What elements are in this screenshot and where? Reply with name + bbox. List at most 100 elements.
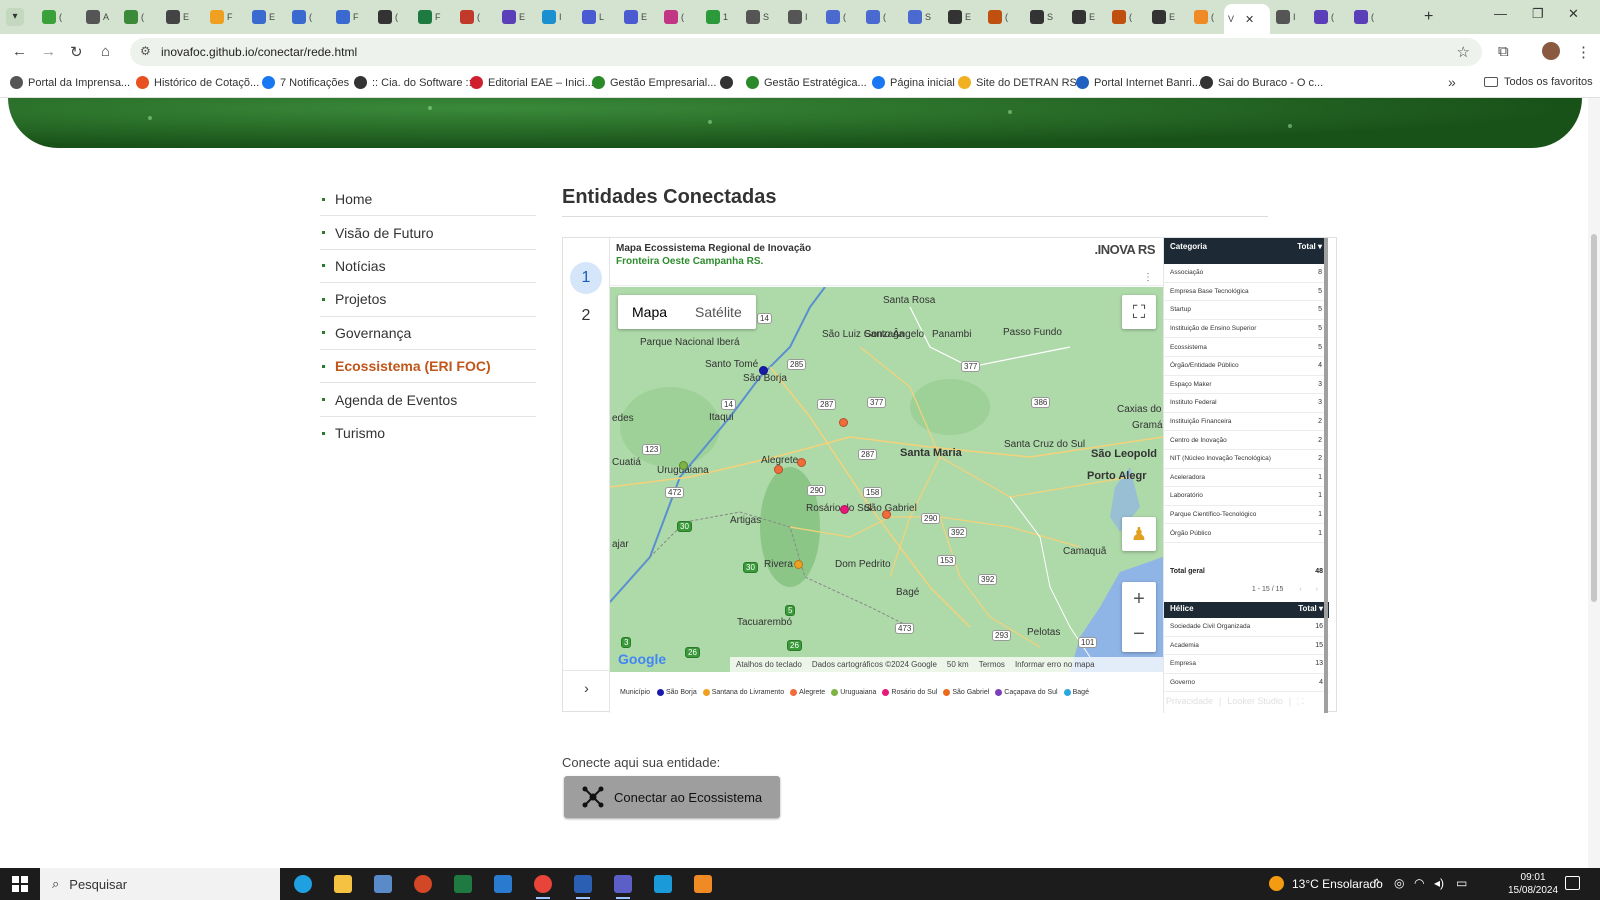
all-bookmarks-folder[interactable]: Todos os favoritos [1484,76,1593,88]
browser-tab[interactable]: S [1026,6,1062,28]
report-fullscreen-icon[interactable]: ⛶ [1297,696,1303,707]
connect-ecosystem-button[interactable]: Conectar ao Ecossistema [564,776,780,818]
browser-tab[interactable]: S [742,6,778,28]
browser-tab[interactable]: ( [38,6,74,28]
browser-tab[interactable]: F [414,6,450,28]
back-icon[interactable]: ← [12,43,27,60]
browser-tab[interactable]: F [206,6,242,28]
legend-item[interactable]: São Borja [656,688,697,696]
nav-item-news[interactable]: Notícias [320,250,536,284]
volume-icon[interactable]: ◂) [1434,876,1444,890]
active-tab[interactable]: V ✕ [1224,4,1270,34]
browser-tab[interactable]: E [944,6,980,28]
expand-pages-chevron-icon[interactable]: › [563,680,610,696]
bookmark-item[interactable]: Gestão Estratégica... [746,76,867,89]
profile-avatar[interactable] [1542,42,1560,60]
map-marker[interactable] [774,465,783,474]
browser-tab[interactable]: I [538,6,574,28]
map-attribution-link[interactable]: Dados cartográficos ©2024 Google [812,660,937,669]
people-icon[interactable] [654,875,672,893]
browser-tab[interactable]: E [1068,6,1104,28]
taskbar-clock[interactable]: 09:01 15/08/2024 [1508,871,1558,897]
browser-tab[interactable]: ( [288,6,324,28]
nav-item-governance[interactable]: Governança [320,317,536,350]
bookmark-item[interactable]: :: Cia. do Software :: [354,76,472,89]
category-row[interactable]: Espaço Maker 3 [1164,376,1328,395]
browser-tab[interactable]: ( [984,6,1020,28]
nav-item-home[interactable]: Home [320,183,536,217]
total-column-header[interactable]: Total ▾ [1297,242,1322,251]
category-column-header[interactable]: Categoria [1170,242,1207,251]
category-row[interactable]: Startup 5 [1164,301,1328,320]
helix-column-header[interactable]: Hélice [1170,604,1194,616]
helix-total-column-header[interactable]: Total ▾ [1298,604,1323,616]
legend-item[interactable]: Caçapava do Sul [995,688,1058,696]
looker-studio-link[interactable]: Looker Studio [1227,696,1283,707]
taskbar-search[interactable]: ⌕ Pesquisar [40,868,280,900]
legend-item[interactable]: Santana do Livramento [702,688,784,696]
browser-tab[interactable]: E [620,6,656,28]
fullscreen-map-icon[interactable]: ⛶ [1122,295,1156,329]
helix-row[interactable]: Sociedade Civil Organizada 16 [1164,618,1329,637]
browser-tab[interactable]: ( [374,6,410,28]
legend-item[interactable]: Uruguaiana [831,688,876,696]
map-type-map-button[interactable]: Mapa [618,295,681,329]
new-tab-button[interactable]: + [1424,8,1433,26]
map-marker[interactable] [797,458,806,467]
browser-tab[interactable]: ( [862,6,898,28]
nav-item-agenda[interactable]: Agenda de Eventos [320,383,536,417]
teams-icon[interactable] [614,875,632,899]
map-attribution-link[interactable]: Termos [979,660,1005,669]
browser-tab[interactable]: ( [660,6,696,28]
browser-tab[interactable]: I [784,6,820,28]
legend-item[interactable]: São Gabriel [943,688,989,696]
powerpoint-icon[interactable] [414,875,432,893]
tab-search-button[interactable]: ▾ [6,8,24,26]
category-row[interactable]: Associação 8 [1164,264,1328,283]
browser-tab[interactable]: A [82,6,118,28]
windows-start-icon[interactable] [12,876,28,892]
browser-tab[interactable]: E [248,6,284,28]
bookmark-item[interactable]: Página inicial [872,76,955,89]
privacy-link[interactable]: Privacidade [1166,696,1213,707]
minimize-button[interactable]: — [1494,6,1507,21]
google-map[interactable]: Santa Rosa São Luiz Gonzaga Santo Ângelo Pa… [610,287,1163,672]
forward-icon[interactable]: → [41,43,56,60]
table-scrollbar[interactable] [1324,238,1328,713]
report-page-2[interactable]: 2 [570,300,602,332]
bookmark-item[interactable]: Histórico de Cotaçõ... [136,76,259,89]
restore-button[interactable]: ❐ [1532,6,1544,22]
chrome-icon[interactable] [534,875,552,899]
bookmark-item[interactable]: 7 Notificações [262,76,349,89]
nav-item-ecosystem[interactable]: Ecossistema (ERI FOC) [320,350,536,384]
bookmark-item[interactable]: Portal da Imprensa... [10,76,130,89]
notifications-icon[interactable] [1565,876,1580,890]
address-bar[interactable]: ⚙ inovafoc.github.io/conectar/rede.html … [130,38,1482,66]
category-row[interactable]: Instituição de Ensino Superior 5 [1164,320,1328,339]
category-row[interactable]: Empresa Base Tecnológica 5 [1164,283,1328,302]
tray-chevron-icon[interactable]: ^ [1374,876,1380,890]
mail-icon[interactable] [494,875,512,893]
nav-item-vision[interactable]: Visão de Futuro [320,216,536,250]
site-info-icon[interactable]: ⚙ [140,44,151,58]
category-row[interactable]: NIT (Núcleo Inovação Tecnológica) 2 [1164,450,1328,469]
edge-icon[interactable] [294,875,312,893]
bookmark-star-icon[interactable]: ☆ [1457,43,1470,61]
category-row[interactable]: Centro de Inovação 2 [1164,431,1328,450]
browser-tab[interactable]: E [1148,6,1184,28]
wifi-icon[interactable]: ◠ [1414,876,1424,890]
prev-page-chevron-icon[interactable]: ‹ [1299,586,1301,593]
url-text[interactable]: inovafoc.github.io/conectar/rede.html [161,45,357,59]
map-attribution-link[interactable]: Informar erro no mapa [1015,660,1095,669]
legend-item[interactable]: Bagé [1063,688,1089,696]
close-window-button[interactable]: ✕ [1568,6,1579,22]
report-page-1[interactable]: 1 [570,262,602,294]
home-icon[interactable]: ⌂ [101,43,110,60]
map-type-satellite-button[interactable]: Satélite [681,295,756,329]
browser-tab[interactable]: S [904,6,940,28]
map-marker[interactable] [759,366,768,375]
map-attribution-link[interactable]: 50 km [947,660,969,669]
map-marker[interactable] [794,560,803,569]
legend-item[interactable]: Rosário do Sul [882,688,937,696]
file-explorer-icon[interactable] [334,875,352,893]
